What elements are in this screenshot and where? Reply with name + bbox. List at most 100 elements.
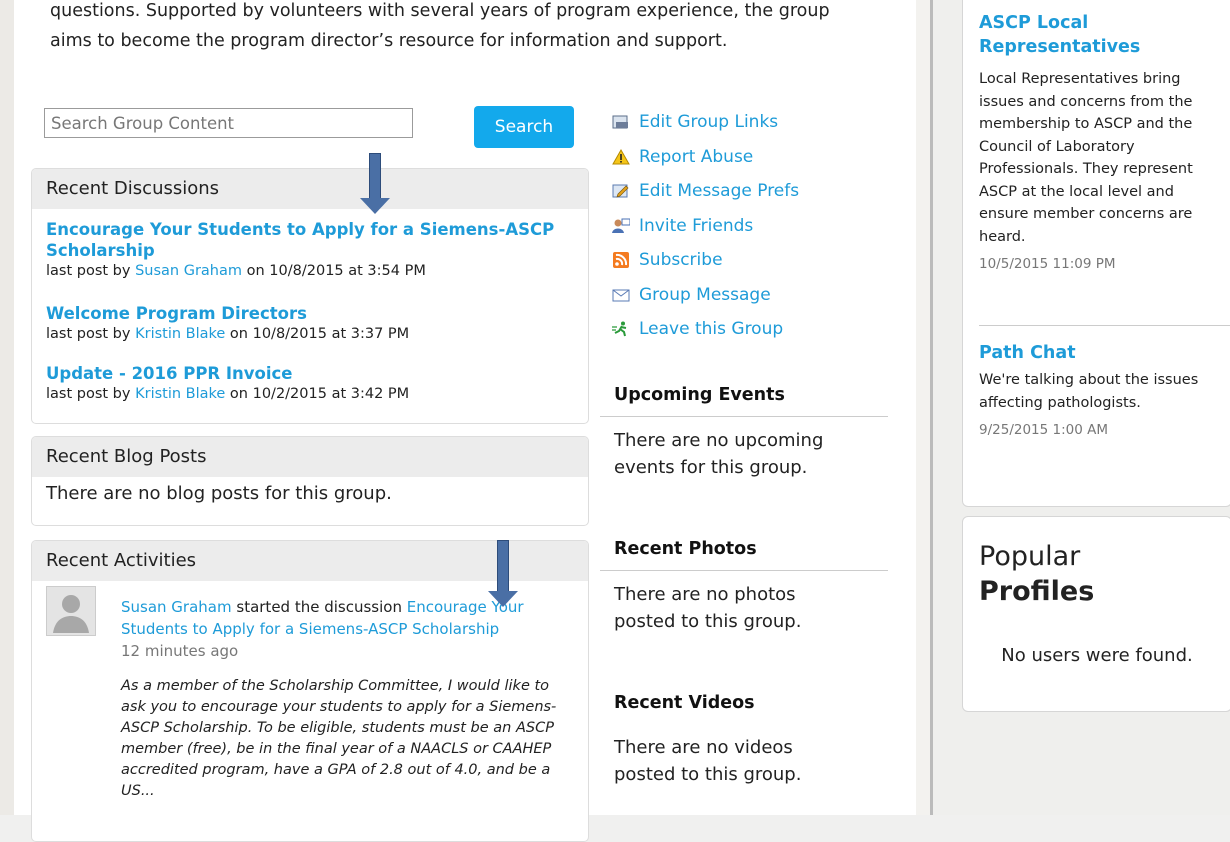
pencil-icon: [612, 184, 629, 198]
recent-discussions-panel: Recent Discussions Encourage Your Studen…: [31, 168, 589, 424]
community-separator: [979, 325, 1230, 326]
desc-line: issues and concerns from the: [979, 93, 1193, 110]
invite-icon: [612, 218, 630, 233]
leave-group-link[interactable]: Leave this Group: [612, 312, 799, 347]
heading-line-bold: Profiles: [979, 576, 1095, 607]
edit-links-icon: [612, 115, 628, 129]
popular-profiles-card: Popular Profiles No users were found.: [962, 516, 1230, 712]
activity-actor-link[interactable]: Susan Graham: [121, 598, 232, 616]
page-background-gutter: [916, 0, 930, 815]
link-label[interactable]: Leave this Group: [639, 319, 783, 339]
recent-photos-empty: There are no photos posted to this group…: [600, 571, 888, 645]
empty-line: There are no upcoming: [614, 430, 824, 451]
upcoming-events-empty: There are no upcoming events for this gr…: [600, 417, 888, 491]
discussion-title-link[interactable]: Update - 2016 PPR Invoice: [46, 363, 409, 384]
empty-line: There are no photos: [614, 584, 796, 605]
empty-line: There are no videos: [614, 737, 793, 758]
author-link[interactable]: Kristin Blake: [135, 326, 225, 342]
community-date: 9/25/2015 1:00 AM: [979, 422, 1109, 438]
community-item: ASCP Local Representatives Local Represe…: [979, 11, 1229, 272]
desc-line: Professionals. They represent: [979, 161, 1193, 177]
desc-line: membership to ASCP and the: [979, 116, 1193, 132]
communities-card: ASCP Local Representatives Local Represe…: [962, 0, 1230, 507]
desc-line: heard.: [979, 228, 1026, 245]
link-label[interactable]: Group Message: [639, 285, 771, 305]
meta-prefix: last post by: [46, 386, 136, 402]
author-link[interactable]: Kristin Blake: [135, 386, 225, 402]
discussion-title-line[interactable]: Encourage Your Students to Apply for a S…: [46, 219, 554, 240]
avatar[interactable]: [46, 586, 96, 636]
desc-line: ASCP at the local level and: [979, 183, 1174, 200]
discussion-item: Update - 2016 PPR Invoice last post by K…: [46, 363, 409, 404]
recent-videos-section: Recent Videos There are no videos posted…: [600, 682, 888, 798]
report-abuse-link[interactable]: Report Abuse: [612, 140, 799, 175]
community-item: Path Chat We're talking about the issues…: [979, 341, 1229, 438]
desc-line: affecting pathologists.: [979, 394, 1141, 411]
envelope-icon: [612, 289, 630, 302]
discussion-title-link[interactable]: Encourage Your Students to Apply for a S…: [46, 219, 554, 261]
activity-verb: started the discussion: [231, 598, 407, 616]
recent-videos-heading: Recent Videos: [614, 693, 755, 713]
desc-line: Local Representatives bring: [979, 71, 1181, 87]
link-label[interactable]: Report Abuse: [639, 147, 753, 167]
heading-line: Popular: [979, 541, 1081, 572]
group-message-link[interactable]: Group Message: [612, 278, 799, 313]
link-label[interactable]: Subscribe: [639, 250, 723, 270]
community-description: We're talking about the issues affecting…: [979, 369, 1229, 414]
edit-message-prefs-link[interactable]: Edit Message Prefs: [612, 174, 799, 209]
popular-profiles-heading: Popular Profiles: [979, 539, 1094, 609]
recent-videos-empty: There are no videos posted to this group…: [600, 724, 888, 798]
community-title-line[interactable]: ASCP Local: [979, 11, 1229, 35]
search-button[interactable]: Search: [474, 106, 574, 148]
group-description: questions. Supported by volunteers with …: [50, 0, 870, 56]
link-label[interactable]: Edit Message Prefs: [639, 181, 799, 201]
discussion-title-line[interactable]: Scholarship: [46, 240, 554, 261]
desc-line: Council of Laboratory: [979, 138, 1135, 155]
meta-prefix: last post by: [46, 263, 136, 279]
empty-line: posted to this group.: [614, 611, 802, 632]
link-label[interactable]: Edit Group Links: [639, 112, 778, 132]
discussion-title-link[interactable]: Welcome Program Directors: [46, 303, 409, 324]
activity-target-link[interactable]: Students to Apply for a Siemens-ASCP Sch…: [121, 618, 561, 640]
group-description-line: questions. Supported by volunteers with …: [50, 1, 830, 21]
search-input[interactable]: [44, 108, 413, 138]
community-description: Local Representatives bring issues and c…: [979, 68, 1229, 248]
subscribe-link[interactable]: Subscribe: [612, 243, 799, 278]
recent-blog-posts-heading: Recent Blog Posts: [32, 437, 588, 477]
desc-line: ensure member concerns are: [979, 206, 1193, 222]
meta-date: on 10/8/2015 at 3:37 PM: [225, 326, 410, 342]
community-title-line[interactable]: Representatives: [979, 35, 1229, 59]
blog-empty-message: There are no blog posts for this group.: [46, 483, 392, 504]
community-date: 10/5/2015 11:09 PM: [979, 256, 1116, 272]
discussion-meta: last post by Kristin Blake on 10/8/2015 …: [46, 324, 409, 344]
upcoming-events-heading: Upcoming Events: [600, 374, 888, 417]
warning-icon: [612, 148, 630, 165]
recent-photos-section: Recent Photos There are no photos posted…: [600, 528, 888, 645]
recent-discussions-heading: Recent Discussions: [32, 169, 588, 209]
group-links-menu: Edit Group Links Report Abuse Edit Messa…: [612, 105, 799, 347]
down-arrow-icon: [488, 540, 518, 608]
meta-date: on 10/8/2015 at 3:54 PM: [242, 263, 426, 279]
link-label[interactable]: Invite Friends: [639, 216, 753, 236]
running-man-icon: [612, 321, 627, 337]
invite-friends-link[interactable]: Invite Friends: [612, 209, 799, 244]
desc-line: We're talking about the issues: [979, 372, 1199, 388]
empty-line: events for this group.: [614, 457, 808, 478]
empty-line: posted to this group.: [614, 764, 802, 785]
popular-profiles-empty: No users were found.: [1001, 645, 1193, 666]
user-silhouette-icon: [53, 595, 89, 633]
community-title-link[interactable]: ASCP Local Representatives: [979, 11, 1229, 59]
activity-excerpt: As a member of the Scholarship Committee…: [121, 678, 557, 799]
group-description-line: aims to become the program director’s re…: [50, 31, 728, 51]
rss-icon: [613, 252, 629, 269]
down-arrow-icon: [360, 153, 390, 215]
meta-prefix: last post by: [46, 326, 136, 342]
recent-blog-posts-panel: Recent Blog Posts There are no blog post…: [31, 436, 589, 526]
discussion-meta: last post by Susan Graham on 10/8/2015 a…: [46, 261, 554, 281]
community-title-link[interactable]: Path Chat: [979, 341, 1229, 365]
author-link[interactable]: Susan Graham: [135, 263, 242, 279]
page-background-left: [0, 0, 14, 815]
discussion-meta: last post by Kristin Blake on 10/2/2015 …: [46, 384, 409, 404]
edit-group-links-link[interactable]: Edit Group Links: [612, 105, 799, 140]
meta-date: on 10/2/2015 at 3:42 PM: [225, 386, 410, 402]
